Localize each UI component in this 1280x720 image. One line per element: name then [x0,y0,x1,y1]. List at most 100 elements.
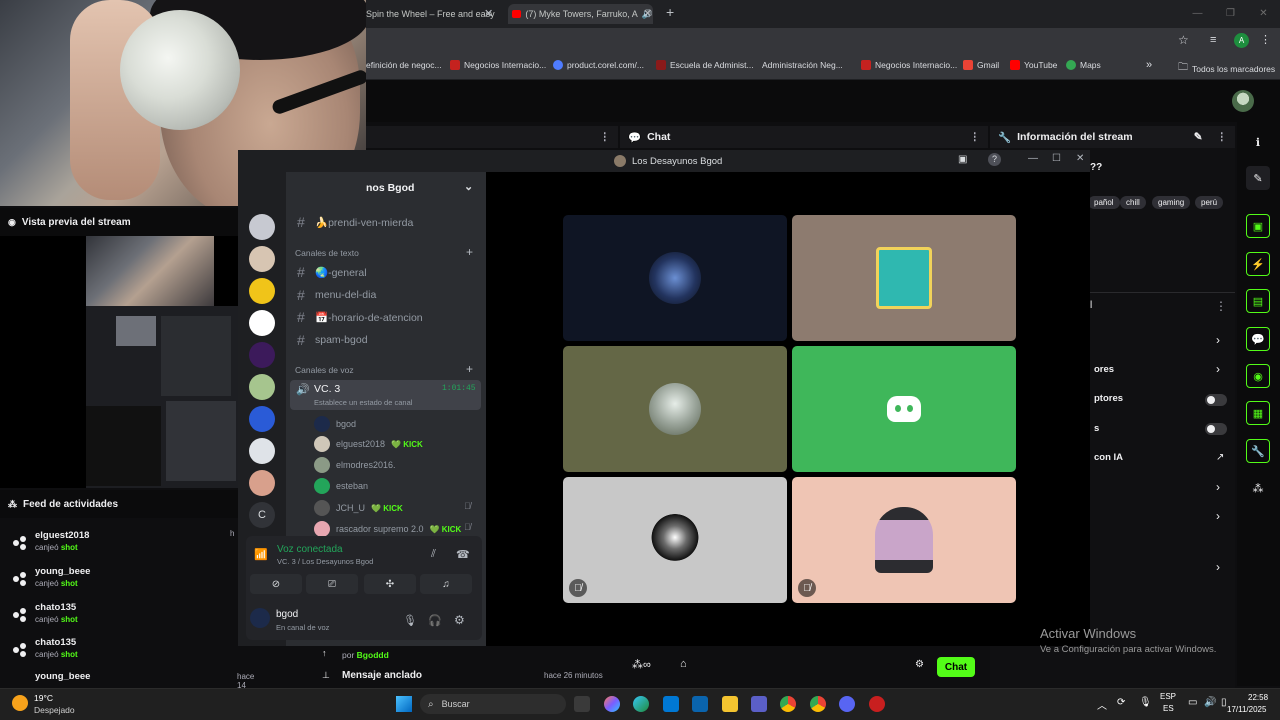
bookmark-maps[interactable]: Maps [1066,60,1101,70]
outlook-icon[interactable] [692,696,708,712]
send-chat-button[interactable]: Chat [937,657,975,677]
bookmark-item[interactable]: efinición de negoc... [366,60,442,70]
bookmark-item[interactable]: Negocios Internacio... [450,60,546,70]
new-tab-icon[interactable]: + [666,4,674,20]
chat-icon[interactable]: 💬 [1246,327,1270,351]
wrench-icon[interactable]: 🔧 [1246,439,1270,463]
chevron-right-icon[interactable]: › [1216,362,1220,376]
tag-chip[interactable]: chill [1120,196,1146,209]
participant-tile[interactable]: 🎙̸ [563,477,787,603]
taskbar-search[interactable]: ⌕ Buscar [420,694,566,714]
document-icon[interactable]: ▤ [1246,289,1270,313]
info-icon[interactable]: ℹ [1246,130,1270,154]
participant-tile[interactable] [563,346,787,472]
file-explorer-icon[interactable] [722,696,738,712]
chevron-right-icon[interactable]: › [1216,480,1220,494]
voice-member[interactable]: rascador supremo 2.0 💚 KICK [314,521,461,537]
toggle-switch[interactable] [1205,394,1227,406]
external-link-icon[interactable]: ↗ [1216,452,1224,463]
server-icon[interactable] [249,278,275,304]
server-icon[interactable] [249,342,275,368]
channel-item[interactable]: # menu-del-dia [297,287,376,303]
server-icon[interactable] [249,310,275,336]
server-icon-letter[interactable]: C [249,502,275,528]
battery-icon[interactable]: ▯ [1221,697,1227,708]
more-options-icon[interactable]: ⋮ [600,131,611,143]
voice-member[interactable]: esteban [314,478,368,494]
camera-off-button[interactable]: ⊘ [250,574,302,594]
close-icon[interactable]: ✕ [1076,153,1084,164]
channel-item[interactable]: # 📅-horario-de-atencion [297,309,423,325]
bookmark-item[interactable]: Administración Neg... [762,60,843,70]
all-bookmarks-folder[interactable]: 🗀 Todos los marcadores [1178,60,1275,77]
connections-icon[interactable]: ⁂ [1246,476,1270,500]
participant-tile[interactable] [792,215,1016,341]
signal-icon[interactable]: 📶 [254,548,268,561]
close-window-icon[interactable]: ✕ [1247,0,1280,28]
help-icon[interactable]: ? [988,153,1001,166]
bookmark-item[interactable]: Escuela de Administ... [656,60,754,70]
voice-member[interactable]: JCH_U 💚 KICK [314,500,403,516]
channel-status[interactable]: Establece un estado de canal [314,398,412,407]
server-icon[interactable] [249,470,275,496]
weather-sun-icon[interactable] [12,695,28,711]
more-options-icon[interactable]: ⋮ [1217,131,1228,143]
bookmark-item[interactable]: product.corel.com/... [553,60,644,70]
close-tab-icon[interactable]: ✕ [643,7,652,20]
voice-member[interactable]: elmodres2016. [314,457,396,473]
participant-tile[interactable]: 🎙̸ [792,477,1016,603]
category-voice-channels[interactable]: Canales de voz [295,365,354,375]
toggle-switch[interactable] [1205,423,1227,435]
chevron-right-icon[interactable]: › [1216,333,1220,347]
category-text-channels[interactable]: Canales de texto [295,248,359,258]
clock-date[interactable]: 17/11/2025 [1227,705,1266,714]
profile-avatar[interactable]: A [1234,33,1249,48]
close-tab-icon[interactable]: ✕ [484,7,493,20]
bookmark-item[interactable]: Negocios Internacio... [861,60,957,70]
popout-icon[interactable]: ▣ [958,154,967,165]
obs-icon[interactable] [869,696,885,712]
windows-start-icon[interactable] [396,696,412,712]
maximize-icon[interactable]: ❐ [1214,0,1247,28]
user-avatar[interactable] [1232,90,1254,112]
channel-item[interactable]: # 🌏-general [297,264,367,280]
activities-button[interactable]: ✣ [364,574,416,594]
store-icon[interactable] [663,696,679,712]
channel-item[interactable]: # spam-bgod [297,332,368,348]
server-icon[interactable] [249,406,275,432]
participant-tile-speaking[interactable] [792,346,1016,472]
chevron-down-icon[interactable]: ⌄ [464,180,473,193]
headphones-icon[interactable]: 🎧 [428,614,442,627]
maximize-icon[interactable]: ☐ [1052,153,1061,164]
avatar[interactable] [250,608,270,628]
reading-list-icon[interactable]: ≡ [1210,34,1216,46]
microphone-icon[interactable]: 🎙 [1139,697,1152,708]
more-options-icon[interactable]: ⋮ [970,131,981,143]
chevron-right-icon[interactable]: › [1216,560,1220,574]
broadcast-icon[interactable]: ◉ [1246,364,1270,388]
lightning-icon[interactable]: ⚡ [1246,252,1270,276]
edit-pencil-icon[interactable]: ✎ [1194,131,1203,143]
minimize-icon[interactable]: — [1028,153,1038,164]
language-code[interactable]: ESP [1160,692,1176,701]
disconnect-icon[interactable]: ☎ [456,548,470,561]
tab-youtube-active[interactable]: (7) Myke Towers, Farruko, A 🔊 [508,4,653,24]
server-icon[interactable] [249,374,275,400]
chrome-icon[interactable] [780,696,796,712]
weather-temp[interactable]: 19°C [34,693,53,703]
chevron-right-icon[interactable]: › [1216,509,1220,523]
display-icon[interactable]: ▭ [1188,697,1197,708]
minimize-icon[interactable]: — [1181,0,1214,28]
task-view-icon[interactable] [574,696,590,712]
microphone-icon[interactable]: 🎙 [403,614,417,627]
tab-spin-the-wheel[interactable]: Spin the Wheel – Free and easy [366,4,496,24]
volume-icon[interactable]: 🔊 [1204,697,1216,708]
teams-icon[interactable] [751,696,767,712]
voice-connected-label[interactable]: Voz conectada [277,544,343,555]
add-channel-icon[interactable]: + [466,362,473,376]
edit-icon[interactable]: ✎ [1246,166,1270,190]
store-icon[interactable]: ⌂ [680,658,687,670]
layout-icon[interactable]: ▦ [1246,401,1270,425]
tag-chip[interactable]: pañol [1088,196,1120,209]
noise-suppression-icon[interactable]: ⫽ [431,548,436,561]
